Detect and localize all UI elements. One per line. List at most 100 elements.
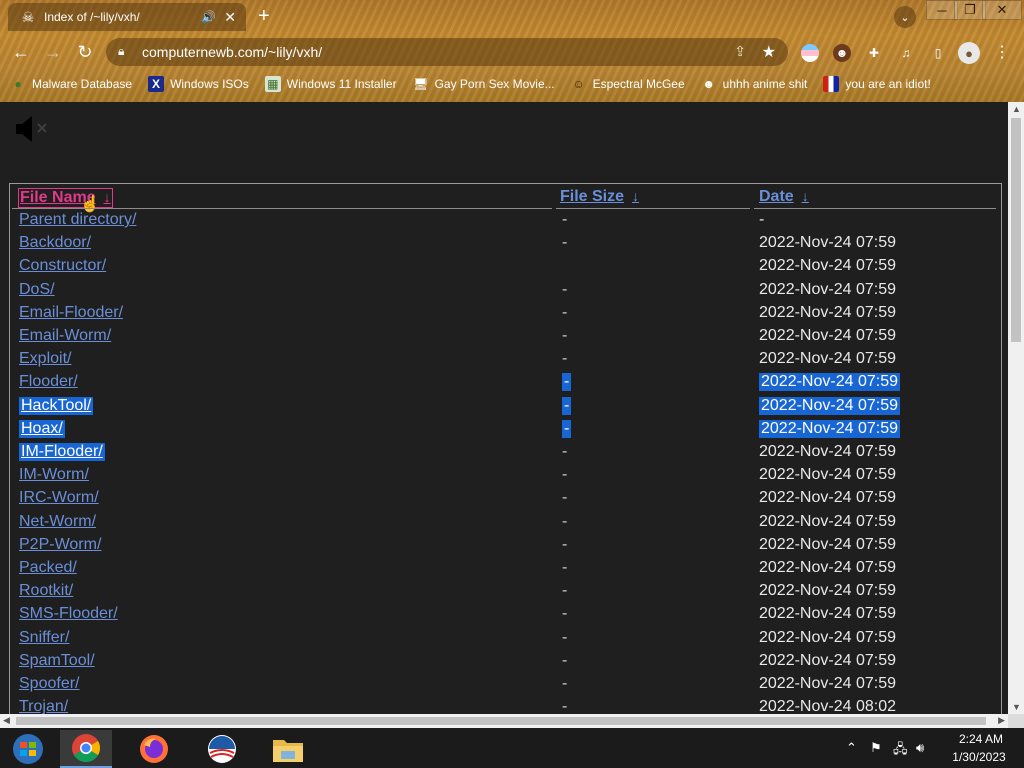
- directory-link[interactable]: IM-Flooder/: [19, 443, 105, 461]
- date-cell: 2022-Nov-24 07:59: [759, 280, 896, 298]
- date-cell: 2022-Nov-24 07:59: [759, 628, 896, 646]
- file-size-cell: -: [562, 350, 568, 368]
- bookmark-malware-database[interactable]: ● Malware Database: [10, 76, 132, 92]
- bookmark-uhhh-anime-shit[interactable]: ☻ uhhh anime shit: [701, 76, 807, 92]
- sort-arrow-icon: ↓: [632, 188, 640, 204]
- file-size-cell: -: [562, 535, 568, 553]
- bookmark-windows-11-installer[interactable]: ▦ Windows 11 Installer: [264, 76, 397, 92]
- clock-date[interactable]: 1/30/2023: [946, 750, 1012, 764]
- scroll-right-arrow-icon[interactable]: ▶: [998, 715, 1005, 726]
- directory-link[interactable]: Email-Worm/: [19, 327, 111, 345]
- bookmark-gay-porn-sex-movie[interactable]: 🖥︎ Gay Porn Sex Movie...: [413, 76, 555, 92]
- vertical-scroll-thumb[interactable]: [1011, 118, 1021, 342]
- file-size-cell: -: [562, 211, 568, 228]
- horizontal-scroll-thumb[interactable]: [16, 717, 986, 725]
- directory-link[interactable]: Sniffer/: [19, 629, 69, 647]
- action-center-flag-icon[interactable]: ⚑: [870, 740, 882, 756]
- sort-by-date-link[interactable]: Date ↓: [759, 188, 809, 206]
- scroll-up-arrow-icon[interactable]: ▲: [1012, 104, 1021, 114]
- directory-link[interactable]: SpamTool/: [19, 652, 95, 670]
- share-icon[interactable]: ⇪: [734, 43, 746, 60]
- tray-overflow-chevron-icon[interactable]: ⌃: [846, 740, 857, 756]
- directory-link[interactable]: Packed/: [19, 559, 77, 577]
- directory-link[interactable]: SMS-Flooder/: [19, 605, 118, 623]
- table-row: Email-Flooder/ - 2022-Nov-24 07:59: [10, 304, 1001, 327]
- media-queue-icon[interactable]: ♫: [897, 44, 915, 62]
- bookmark-espectral-mcgee[interactable]: ☺ Espectral McGee: [571, 76, 684, 92]
- directory-link[interactable]: DoS/: [19, 281, 55, 299]
- directory-link[interactable]: Email-Flooder/: [19, 304, 123, 322]
- directory-link[interactable]: HackTool/: [19, 396, 94, 415]
- side-panel-icon[interactable]: ▯: [929, 44, 947, 62]
- scroll-down-arrow-icon[interactable]: ▼: [1012, 702, 1021, 712]
- clock-time[interactable]: 2:24 AM: [950, 732, 1012, 746]
- tab-audio-icon[interactable]: 🔊: [201, 10, 216, 24]
- directory-link[interactable]: Flooder/: [19, 373, 78, 391]
- bookmark-windows-isos[interactable]: X Windows ISOs: [148, 76, 249, 92]
- bookmark-star-icon[interactable]: ★: [762, 42, 776, 62]
- directory-link[interactable]: IM-Worm/: [19, 466, 89, 484]
- directory-link[interactable]: Hoax/: [19, 419, 65, 438]
- extensions-puzzle-icon[interactable]: ✚: [865, 44, 883, 62]
- taskbar-file-explorer[interactable]: [262, 730, 314, 768]
- date-cell: 2022-Nov-24 07:59: [759, 675, 896, 692]
- date-cell: 2022-Nov-24 07:59: [759, 535, 896, 553]
- profile-avatar-icon[interactable]: ●: [958, 42, 980, 64]
- date-cell: 2022-Nov-24 07:59: [759, 489, 896, 507]
- globe-icon: ●: [14, 77, 22, 91]
- extension-avatar-icon[interactable]: ☻: [833, 44, 851, 62]
- directory-link[interactable]: Exploit/: [19, 350, 71, 368]
- address-bar[interactable]: 🔒︎ computernewb.com/~lily/vxh/ ⇪ ★: [106, 38, 788, 66]
- tab-search-chevron-icon[interactable]: ⌄: [894, 6, 916, 28]
- url-text[interactable]: computernewb.com/~lily/vxh/: [142, 44, 322, 60]
- file-size-cell: -: [562, 559, 568, 576]
- taskbar-obama-app[interactable]: [196, 730, 248, 768]
- bookmark-you-are-an-idiot[interactable]: you are an idiot!: [823, 76, 931, 92]
- active-tab[interactable]: ☠ Index of /~lily/vxh/ 🔊 ✕: [8, 3, 246, 31]
- horizontal-scrollbar[interactable]: ◀ ▶: [0, 714, 1008, 728]
- scroll-left-arrow-icon[interactable]: ◀: [3, 715, 10, 726]
- kebab-menu-icon[interactable]: ⋮: [994, 42, 1010, 62]
- speaker-muted-icon[interactable]: [14, 114, 54, 144]
- date-cell: 2022-Nov-24 08:02: [759, 698, 896, 714]
- start-icon: [13, 734, 43, 764]
- directory-link[interactable]: Spoofer/: [19, 675, 79, 693]
- forward-arrow-icon[interactable]: →: [42, 41, 64, 63]
- back-arrow-icon[interactable]: ←: [10, 41, 32, 63]
- page-content: File Name ↓ ☝ File Size ↓ Date ↓ Parent dir…: [0, 102, 1008, 714]
- network-icon[interactable]: 🖧︎: [893, 740, 908, 762]
- extension-flag-icon[interactable]: [801, 44, 819, 62]
- directory-link[interactable]: Trojan/: [19, 698, 68, 714]
- table-row: Email-Worm/ - 2022-Nov-24 07:59: [10, 327, 1001, 350]
- new-tab-button[interactable]: +: [258, 6, 270, 26]
- directory-link[interactable]: Parent directory/: [19, 211, 136, 229]
- start-button[interactable]: [2, 730, 54, 768]
- volume-icon[interactable]: 🔊︎: [916, 740, 924, 756]
- lock-icon[interactable]: 🔒︎: [118, 44, 124, 59]
- window-close-button[interactable]: ✕: [982, 0, 1022, 20]
- directory-link[interactable]: Constructor/: [19, 257, 106, 275]
- directory-link[interactable]: IRC-Worm/: [19, 489, 99, 507]
- sort-by-file-size-link[interactable]: File Size ↓: [560, 188, 639, 206]
- image-icon: ▦: [264, 76, 281, 92]
- sort-arrow-icon: ↓: [103, 189, 111, 205]
- taskbar-chrome[interactable]: [60, 730, 112, 768]
- directory-link[interactable]: Backdoor/: [19, 234, 91, 252]
- tab-close-icon[interactable]: ✕: [224, 9, 236, 26]
- table-row: Exploit/ - 2022-Nov-24 07:59: [10, 350, 1001, 373]
- file-size-cell: -: [562, 396, 572, 415]
- directory-link[interactable]: P2P-Worm/: [19, 536, 101, 554]
- table-row: P2P-Worm/ - 2022-Nov-24 07:59: [10, 536, 1001, 559]
- file-size-cell: -: [562, 373, 572, 392]
- sort-arrow-icon: ↓: [801, 188, 809, 204]
- directory-link[interactable]: Rootkit/: [19, 582, 73, 600]
- firefox-icon: [140, 735, 168, 763]
- scrollbar-corner: [1008, 714, 1024, 728]
- reload-icon[interactable]: ↻: [74, 41, 96, 63]
- vertical-scrollbar[interactable]: ▲ ▼: [1008, 102, 1024, 714]
- file-size-cell: -: [562, 582, 568, 600]
- taskbar-firefox[interactable]: [128, 730, 180, 768]
- directory-link[interactable]: Net-Worm/: [19, 513, 96, 531]
- table-row: Parent directory/ - -: [10, 211, 1001, 234]
- file-size-cell: -: [562, 419, 572, 438]
